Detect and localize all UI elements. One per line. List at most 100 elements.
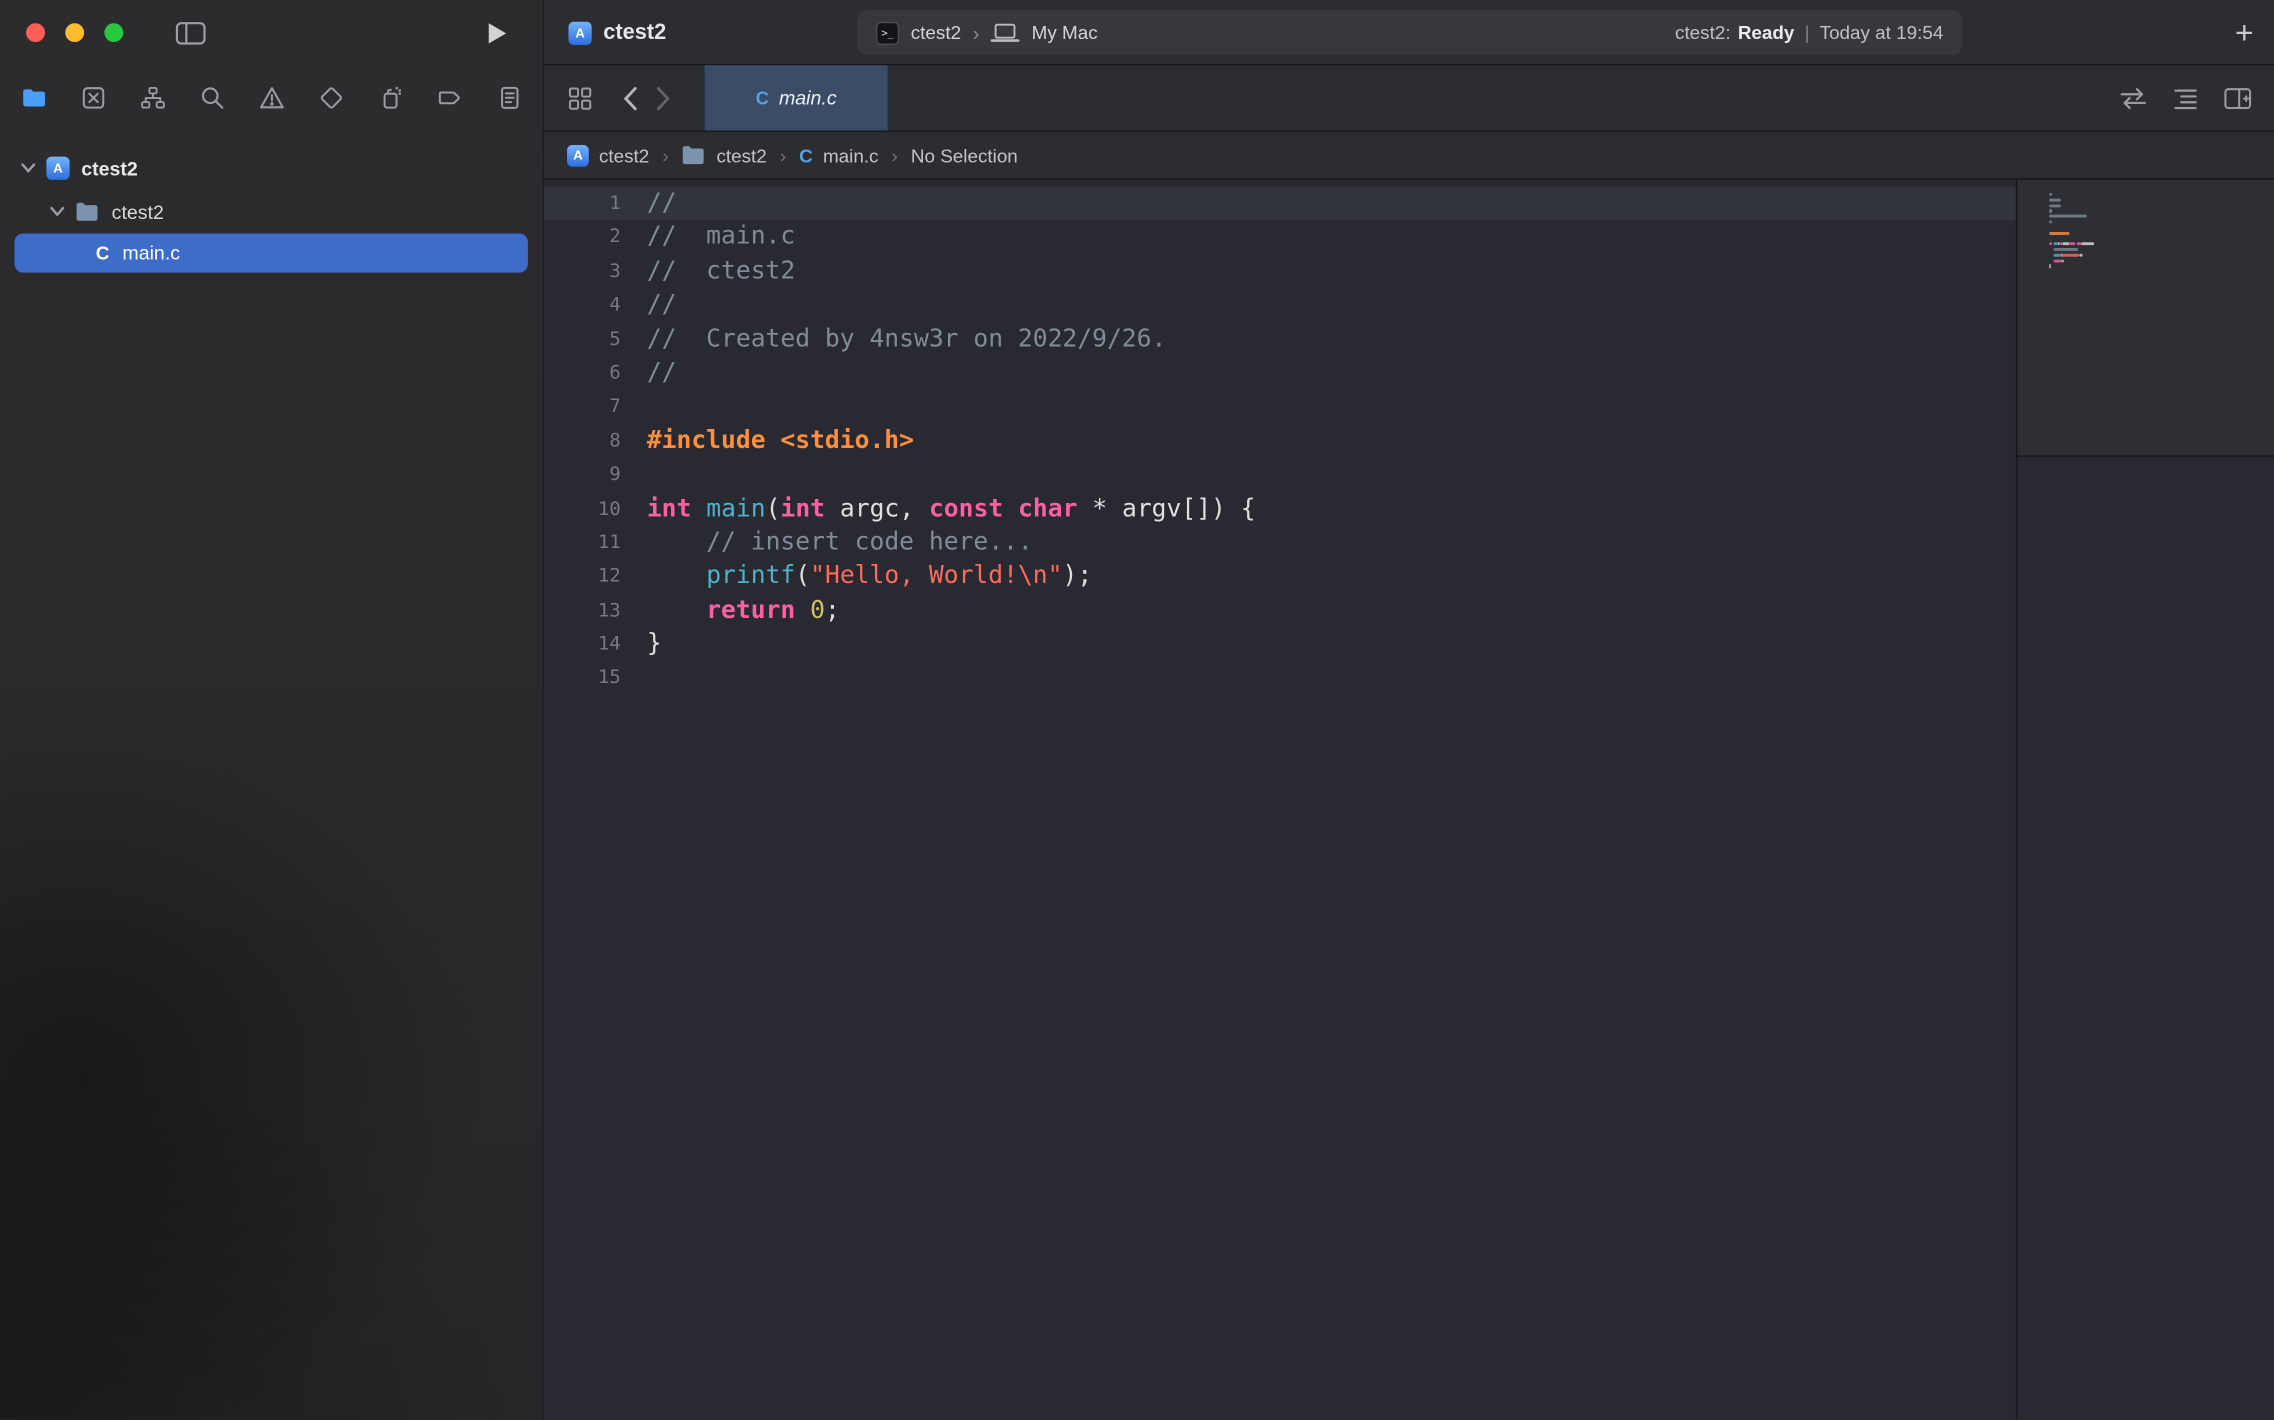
status-time-label: Today at 19:54	[1820, 22, 1944, 44]
code-text	[621, 458, 647, 492]
minimize-window-button[interactable]	[65, 23, 84, 42]
navigator-bar	[0, 65, 542, 129]
breadcrumb-file[interactable]: C main.c	[799, 144, 878, 166]
breakpoint-navigator-tag-icon[interactable]	[432, 80, 467, 115]
build-status[interactable]: ctest2: Ready | Today at 19:54	[1675, 22, 1943, 44]
laptop-icon	[991, 22, 1020, 42]
window-controls	[26, 23, 123, 42]
minimap-line	[2049, 215, 2094, 221]
breadcrumb-label[interactable]: No Selection	[911, 144, 1018, 166]
xcode-project-icon: A	[46, 157, 69, 180]
adjust-editor-options-icon[interactable]	[2172, 86, 2198, 109]
close-window-button[interactable]	[26, 23, 45, 42]
window-title-text: ctest2	[603, 20, 666, 45]
code-line[interactable]: 1//	[544, 187, 2016, 221]
report-navigator-doc-icon[interactable]	[492, 80, 527, 115]
symbol-navigator-hierarchy-icon[interactable]	[135, 80, 170, 115]
tab-label: main.c	[779, 87, 837, 109]
folder-icon	[75, 202, 100, 222]
minimap-line	[2049, 270, 2094, 276]
line-number[interactable]: 14	[544, 628, 621, 662]
breadcrumb-label[interactable]: main.c	[823, 144, 879, 166]
code-line[interactable]: 3// ctest2	[544, 255, 2016, 289]
line-number[interactable]: 5	[544, 323, 621, 357]
status-project-label: ctest2:	[1675, 22, 1731, 44]
line-number[interactable]: 15	[544, 662, 621, 696]
code-text: // ctest2	[621, 255, 796, 289]
disclosure-chevron-icon[interactable]	[46, 206, 66, 218]
code-line[interactable]: 5// Created by 4nsw3r on 2022/9/26.	[544, 323, 2016, 357]
find-navigator-magnifier-icon[interactable]	[194, 80, 229, 115]
run-destination-label[interactable]: My Mac	[1032, 22, 1098, 44]
source-control-navigator-square-x-icon[interactable]	[75, 80, 110, 115]
line-number[interactable]: 3	[544, 255, 621, 289]
tree-row-group[interactable]: ctest2	[0, 190, 542, 234]
debug-navigator-spray-can-icon[interactable]	[373, 80, 408, 115]
code-line[interactable]: 4//	[544, 289, 2016, 323]
tree-row-project[interactable]: A ctest2	[0, 146, 542, 190]
code-line[interactable]: 8#include <stdio.h>	[544, 425, 2016, 459]
navigate-forward-icon[interactable]	[656, 85, 672, 111]
code-text: printf("Hello, World!\n");	[621, 560, 1092, 594]
breadcrumb-label[interactable]: ctest2	[599, 144, 649, 166]
breadcrumb-project[interactable]: A ctest2	[567, 144, 649, 166]
line-number[interactable]: 13	[544, 594, 621, 628]
line-number[interactable]: 10	[544, 492, 621, 526]
test-navigator-diamond-icon[interactable]	[313, 80, 348, 115]
tree-item-label: ctest2	[112, 201, 164, 223]
line-number[interactable]: 2	[544, 221, 621, 255]
xcode-project-icon: A	[569, 21, 592, 44]
disclosure-chevron-icon[interactable]	[17, 162, 37, 174]
line-number[interactable]: 1	[544, 187, 621, 221]
code-line[interactable]: 2// main.c	[544, 221, 2016, 255]
code-line[interactable]: 14}	[544, 628, 2016, 662]
code-line[interactable]: 12 printf("Hello, World!\n");	[544, 560, 2016, 594]
window-title: A ctest2	[569, 0, 667, 65]
line-number[interactable]: 8	[544, 425, 621, 459]
navigate-back-icon[interactable]	[622, 85, 638, 111]
library-add-button[interactable]: +	[2235, 0, 2254, 65]
c-file-icon: C	[799, 144, 813, 166]
related-items-grid-icon[interactable]	[567, 85, 593, 111]
project-navigator-folder-icon[interactable]	[16, 80, 51, 115]
status-divider: |	[1802, 22, 1813, 44]
code-line[interactable]: 7	[544, 391, 2016, 425]
zoom-window-button[interactable]	[104, 23, 123, 42]
line-number[interactable]: 9	[544, 458, 621, 492]
code-text: // Created by 4nsw3r on 2022/9/26.	[621, 323, 1167, 357]
toggle-sidebar-icon[interactable]	[175, 21, 205, 44]
code-review-swap-icon[interactable]	[2119, 86, 2148, 109]
code-line[interactable]: 15	[544, 662, 2016, 696]
run-button[interactable]	[487, 0, 507, 65]
code-line[interactable]: 10int main(int argc, const char * argv[]…	[544, 492, 2016, 526]
issue-navigator-warning-triangle-icon[interactable]	[254, 80, 289, 115]
editor-controls	[2119, 65, 2274, 130]
line-number[interactable]: 4	[544, 289, 621, 323]
code-line[interactable]: 11 // insert code here...	[544, 526, 2016, 560]
line-number[interactable]: 11	[544, 526, 621, 560]
line-number[interactable]: 12	[544, 560, 621, 594]
scheme-selector[interactable]: >_ ctest2 › My Mac	[876, 21, 1098, 44]
breadcrumb-label[interactable]: ctest2	[716, 144, 766, 166]
tree-item-label: main.c	[122, 242, 180, 264]
add-editor-icon[interactable]	[2223, 86, 2252, 109]
code-text: return 0;	[621, 594, 840, 628]
code-area[interactable]: 1//2// main.c3// ctest24//5// Created by…	[544, 180, 2016, 1420]
minimap[interactable]	[2016, 180, 2274, 1420]
breadcrumb-selection[interactable]: No Selection	[911, 144, 1018, 166]
tab-bar: C main.c	[544, 65, 2274, 132]
source-editor[interactable]: 1//2// main.c3// ctest24//5// Created by…	[544, 180, 2274, 1420]
code-line[interactable]: 13 return 0;	[544, 594, 2016, 628]
code-text	[621, 391, 647, 425]
code-line[interactable]: 6//	[544, 357, 2016, 391]
xcode-window: A ctest2 ctest2 C main.c	[0, 0, 2274, 1420]
activity-viewer[interactable]: >_ ctest2 › My Mac ctest2: Ready | Today…	[857, 10, 1962, 55]
code-text	[621, 662, 647, 696]
breadcrumb-group[interactable]: ctest2	[682, 144, 767, 166]
tree-row-file-selected[interactable]: C main.c	[15, 233, 528, 272]
scheme-target-label[interactable]: ctest2	[911, 22, 961, 44]
line-number[interactable]: 7	[544, 391, 621, 425]
tab-main-c[interactable]: C main.c	[703, 65, 889, 130]
line-number[interactable]: 6	[544, 357, 621, 391]
code-line[interactable]: 9	[544, 458, 2016, 492]
